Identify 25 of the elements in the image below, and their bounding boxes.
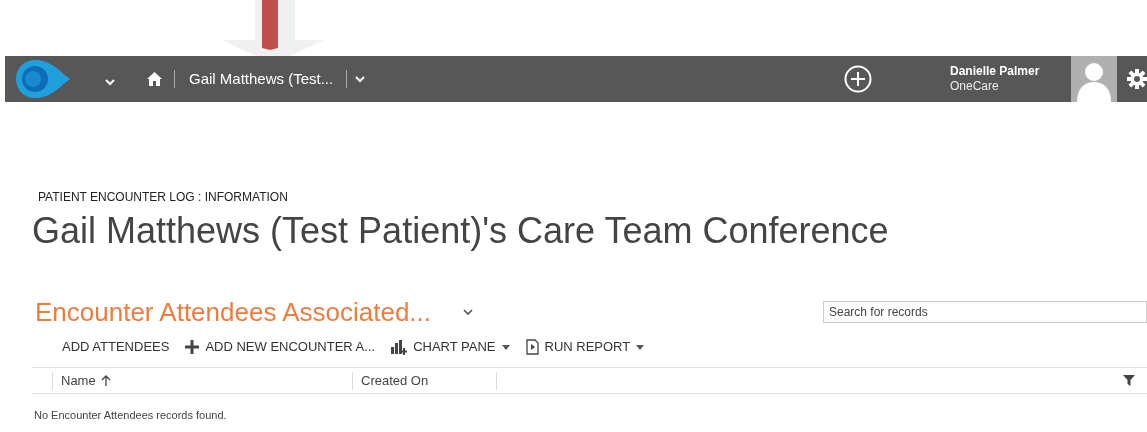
caret-icon <box>501 344 510 350</box>
column-header[interactable]: Name <box>61 370 111 391</box>
home-icon[interactable] <box>147 72 162 86</box>
command-button[interactable]: CHART PANE <box>391 337 510 357</box>
logo-icon <box>16 60 70 98</box>
add-icon[interactable] <box>844 65 872 93</box>
chevron-down-icon[interactable] <box>463 308 474 316</box>
report-icon <box>525 339 539 355</box>
filter-icon[interactable] <box>1123 375 1135 386</box>
plus-icon <box>185 340 200 354</box>
command-button[interactable]: ADD ATTENDEES <box>62 337 170 357</box>
search-field[interactable]: Search for records <box>823 301 1147 323</box>
chart-icon <box>391 339 408 355</box>
settings-icon[interactable] <box>1127 69 1147 89</box>
record-title: Gail Matthews (Test Patient)'s Care Team Conference <box>32 210 890 252</box>
sort-up-icon <box>100 375 111 386</box>
column-header[interactable]: Created On <box>361 370 429 391</box>
user-name[interactable]: Danielle Palmer <box>950 64 1068 79</box>
empty-message: No Encounter Attendees records found. <box>34 409 227 421</box>
entity-label: PATIENT ENCOUNTER LOG : INFORMATION <box>38 190 288 204</box>
command-button[interactable]: RUN REPORT <box>525 337 645 357</box>
caret-icon <box>636 344 645 350</box>
organization-name: OneCare <box>950 79 1000 94</box>
command-button[interactable]: ADD NEW ENCOUNTER A... <box>185 337 376 357</box>
breadcrumb-link[interactable]: Gail Matthews (Test... <box>189 67 334 91</box>
